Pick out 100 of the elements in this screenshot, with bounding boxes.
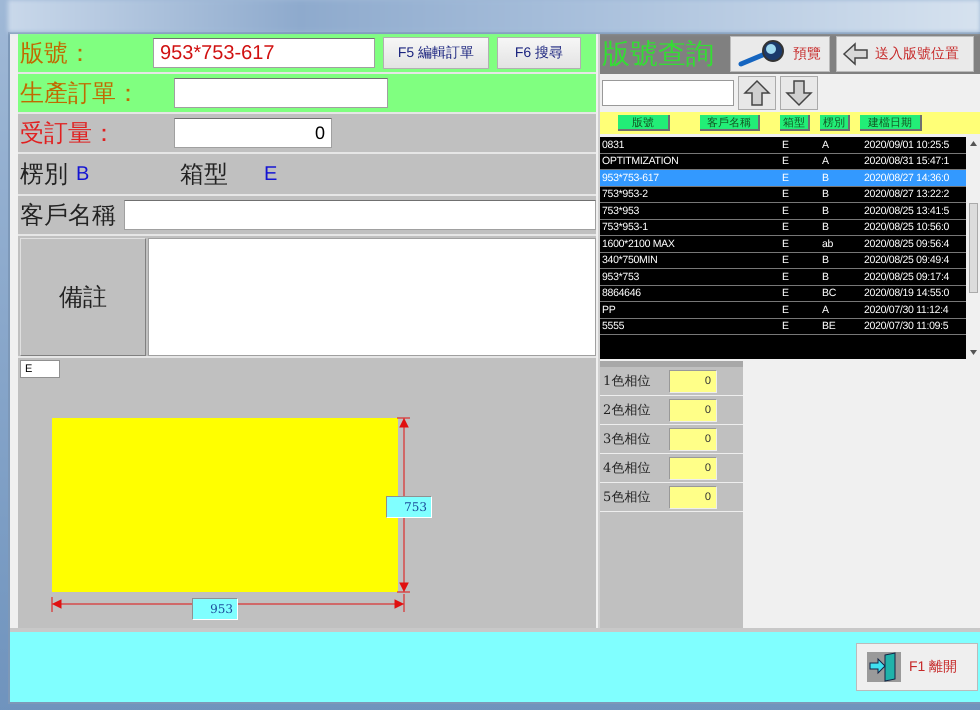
plate-number-field[interactable]: 953*753-617 (153, 38, 375, 68)
customer-name-label: 客戶名稱 (20, 201, 116, 231)
plate-list-row[interactable]: 753*953-2 E B 2020/08/27 13:22:2 (600, 186, 966, 203)
height-dimension-field[interactable]: 753 (386, 496, 432, 518)
flute-cell-text: ab (821, 238, 834, 250)
date-cell-text: 2020/08/25 13:41:5 (863, 204, 950, 217)
color-phase-field[interactable]: 0 (669, 370, 717, 392)
send-plate-position-button[interactable]: 送入版號位置 (836, 36, 974, 72)
left-arrow-icon (843, 42, 869, 66)
plate-number-cell-text: 953*753 (601, 270, 640, 283)
date-cell-text: 2020/08/31 15:47:1 (863, 155, 950, 168)
production-order-label: 生產訂單： (20, 79, 141, 109)
flute-cell-text: A (821, 138, 830, 151)
column-header[interactable]: 箱型 (780, 115, 810, 131)
flute-cell-text: B (821, 221, 830, 234)
flute-cell-text: B (821, 172, 830, 184)
edit-order-button[interactable]: F5 編輯訂單 (383, 37, 489, 69)
box-type-cell-text: E (781, 172, 790, 184)
flute-cell-text: B (821, 204, 830, 217)
color-phase-label: 4色相位 (603, 460, 652, 477)
column-header[interactable]: 楞別 (820, 115, 850, 131)
down-arrow-icon (785, 79, 813, 107)
plate-list-row[interactable]: 1600*2100 MAX E ab 2020/08/25 09:56:4 (600, 236, 966, 252)
box-type-cell-text: E (781, 304, 790, 316)
move-up-button[interactable] (738, 76, 776, 110)
plate-number-cell-text: 0831 (601, 138, 626, 151)
width-dimension-field[interactable]: 953 (192, 598, 238, 620)
plate-list-row[interactable]: 8864646 E BC 2020/08/19 14:55:0 (600, 286, 966, 302)
plate-list-row[interactable]: 5555 E BE 2020/07/30 11:09:5 (600, 318, 966, 335)
box-type-cell-text: E (781, 155, 790, 168)
production-order-field[interactable] (174, 78, 388, 108)
plate-list-row[interactable]: 753*953-1 E B 2020/08/25 10:56:0 (600, 220, 966, 236)
box-type-cell-text: E (781, 254, 790, 266)
column-header[interactable]: 客戶名稱 (700, 115, 760, 131)
plate-number-cell-text: 340*750MIN (601, 254, 658, 266)
remarks-field[interactable] (148, 238, 596, 356)
box-type-cell-text: E (781, 238, 790, 250)
plate-number-cell-text: 753*953 (601, 204, 640, 217)
date-cell-text: 2020/08/27 14:36:0 (863, 172, 950, 184)
box-type-tag: E (20, 360, 60, 378)
flute-label: 楞別 (20, 160, 68, 190)
flute-cell-text: B (821, 188, 830, 200)
flute-cell-text: A (821, 155, 830, 168)
plate-number-cell-text: 5555 (601, 320, 626, 332)
plate-number-cell-text: 8864646 (601, 287, 642, 300)
color-phase-label: 3色相位 (603, 431, 652, 448)
plate-number-cell-text: 753*953-1 (601, 221, 649, 234)
search-button[interactable]: F6 搜尋 (497, 37, 581, 69)
flute-cell-text: BC (821, 287, 837, 300)
exit-button[interactable]: F1 離開 (856, 643, 978, 691)
date-cell-text: 2020/08/19 14:55:0 (863, 287, 950, 300)
flute-cell-text: B (821, 270, 830, 283)
box-type-cell-text: E (781, 320, 790, 332)
preview-button[interactable]: 預覽 (730, 36, 830, 72)
plate-list-row[interactable]: 753*953 E B 2020/08/25 13:41:5 (600, 203, 966, 220)
order-quantity-field[interactable]: 0 (174, 118, 332, 148)
search-field[interactable] (602, 80, 734, 106)
plate-number-cell-text: 953*753-617 (601, 172, 660, 184)
color-phase-field[interactable]: 0 (669, 398, 717, 422)
column-header[interactable]: 建檔日期 (860, 115, 922, 131)
scroll-bar[interactable] (966, 137, 980, 359)
color-phase-field[interactable]: 0 (669, 486, 717, 508)
date-cell-text: 2020/08/27 13:22:2 (863, 188, 950, 200)
date-cell-text: 2020/08/25 09:17:4 (863, 270, 950, 283)
plate-list-row[interactable]: OPTITMIZATION E A 2020/08/31 15:47:1 (600, 154, 966, 170)
up-arrow-icon (743, 79, 771, 107)
box-type-cell-text: E (781, 287, 790, 300)
exit-door-icon (867, 652, 901, 682)
box-type-label: 箱型 (180, 160, 228, 190)
box-type-cell-text: E (781, 188, 790, 200)
plate-number-cell-text: OPTITMIZATION (601, 155, 680, 168)
flute-value: B (76, 162, 90, 186)
color-phase-field[interactable]: 0 (669, 428, 717, 450)
plate-list-row[interactable]: 0831 E A 2020/09/01 10:25:5 (600, 137, 966, 154)
plate-list-row[interactable]: PP E A 2020/07/30 11:12:4 (600, 302, 966, 318)
order-quantity-label: 受訂量： (20, 119, 117, 149)
plate-list-row[interactable]: 340*750MIN E B 2020/08/25 09:49:4 (600, 252, 966, 269)
scroll-up-icon (970, 141, 976, 146)
box-type-cell-text: E (781, 138, 790, 151)
flute-cell-text: A (821, 304, 830, 316)
color-phase-label: 1色相位 (603, 373, 652, 390)
date-cell-text: 2020/07/30 11:09:5 (863, 320, 950, 332)
customer-name-field[interactable] (124, 200, 596, 230)
plate-number-label: 版號： (20, 39, 93, 69)
move-down-button[interactable] (780, 76, 818, 110)
column-header[interactable]: 版號 (618, 115, 670, 131)
box-type-cell-text: E (781, 221, 790, 234)
date-cell-text: 2020/08/25 10:56:0 (863, 221, 950, 234)
date-cell-text: 2020/07/30 11:12:4 (863, 304, 950, 316)
remarks-label: 備註 (20, 238, 146, 356)
box-type-cell-text: E (781, 270, 790, 283)
box-type-value: E (264, 162, 278, 186)
color-phase-field[interactable]: 0 (669, 456, 717, 480)
scroll-thumb[interactable] (968, 203, 978, 293)
plate-number-cell-text: PP (601, 304, 616, 316)
color-phase-label: 5色相位 (603, 489, 652, 506)
box-type-cell-text: E (781, 204, 790, 217)
flute-cell-text: B (821, 254, 830, 266)
plate-list-row[interactable]: 953*753 E B 2020/08/25 09:17:4 (600, 269, 966, 286)
date-cell-text: 2020/09/01 10:25:5 (863, 138, 950, 151)
